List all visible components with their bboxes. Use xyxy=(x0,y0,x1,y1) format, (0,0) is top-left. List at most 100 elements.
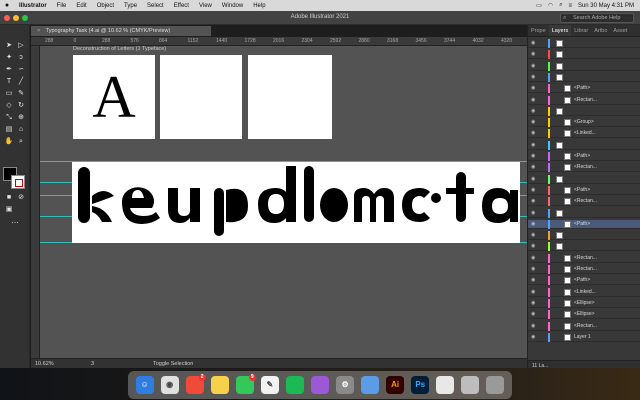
lasso-tool-icon[interactable]: ↄ xyxy=(15,53,27,63)
dock-documents-icon[interactable] xyxy=(436,376,455,394)
control-center-icon[interactable]: ≡ xyxy=(568,3,572,9)
visibility-eye-icon[interactable]: ◉ xyxy=(531,152,535,161)
menu-select[interactable]: Select xyxy=(142,3,169,9)
visibility-eye-icon[interactable]: ◉ xyxy=(531,220,535,229)
gradient-tool-icon[interactable]: ▤ xyxy=(3,125,15,135)
panel-tab-prope[interactable]: Prope xyxy=(528,25,549,36)
layer-row[interactable]: ◉ xyxy=(528,39,640,48)
visibility-eye-icon[interactable]: ◉ xyxy=(531,96,535,105)
type-tool-icon[interactable]: T xyxy=(3,77,15,87)
layer-row[interactable]: ◉ <Ellipse> xyxy=(528,310,640,320)
search-icon[interactable]: ⌕ xyxy=(559,2,562,9)
visibility-eye-icon[interactable]: ◉ xyxy=(531,209,535,218)
visibility-eye-icon[interactable]: ◉ xyxy=(531,254,535,263)
layer-row[interactable]: ◉ <Group> xyxy=(528,118,640,128)
visibility-eye-icon[interactable]: ◉ xyxy=(531,333,535,342)
menu-view[interactable]: View xyxy=(194,3,217,9)
menu-effect[interactable]: Effect xyxy=(169,3,194,9)
zoom-tool-icon[interactable]: ⌕ xyxy=(15,137,27,147)
visibility-eye-icon[interactable]: ◉ xyxy=(531,50,535,59)
layer-row[interactable]: ◉ <Rectan... xyxy=(528,321,640,331)
visibility-eye-icon[interactable]: ◉ xyxy=(531,163,535,172)
selection-tool-icon[interactable]: ➤ xyxy=(3,41,15,51)
visibility-eye-icon[interactable]: ◉ xyxy=(531,288,535,297)
layer-row[interactable]: ◉ xyxy=(528,50,640,60)
layer-row[interactable]: ◉ xyxy=(528,140,640,150)
hand-tool-icon[interactable]: ✋ xyxy=(3,137,15,147)
layer-row[interactable]: ◉ <Path> xyxy=(528,219,640,229)
paintbrush-tool-icon[interactable]: ✎ xyxy=(15,89,27,99)
magic-wand-tool-icon[interactable]: ✦ xyxy=(3,53,15,63)
wifi-icon[interactable]: ◠ xyxy=(548,2,553,9)
artboard-2[interactable] xyxy=(160,55,242,139)
stroke-color-swatch[interactable] xyxy=(11,175,25,189)
visibility-eye-icon[interactable]: ◉ xyxy=(531,197,535,206)
dock-trash-icon[interactable] xyxy=(486,376,505,394)
layer-row[interactable]: ◉ <Rectan... xyxy=(528,95,640,105)
layer-row[interactable]: ◉ <Path> xyxy=(528,152,640,161)
layer-row[interactable]: ◉ xyxy=(528,242,640,252)
panel-tab-layers[interactable]: Layers xyxy=(548,25,572,36)
pen-tool-icon[interactable]: ✒ xyxy=(3,65,15,75)
dock-downloads-icon[interactable] xyxy=(461,376,480,394)
battery-icon[interactable]: ▭ xyxy=(536,2,542,9)
visibility-eye-icon[interactable]: ◉ xyxy=(531,310,535,319)
screen-mode-icon[interactable]: ▣ xyxy=(3,205,15,215)
rectangle-tool-icon[interactable]: ▭ xyxy=(3,89,15,99)
document-tab[interactable]: × Typography Task (4.ai @ 10.62 % (CMYK/… xyxy=(31,26,211,36)
panel-tab-librar[interactable]: Librar xyxy=(571,25,591,36)
dock-photoshop-icon[interactable]: Ps xyxy=(411,376,430,394)
visibility-eye-icon[interactable]: ◉ xyxy=(531,186,535,195)
menu-help[interactable]: Help xyxy=(248,3,270,9)
layer-row[interactable]: ◉ <Path> xyxy=(528,84,640,94)
direct-selection-tool-icon[interactable]: ▷ xyxy=(15,41,27,51)
visibility-eye-icon[interactable]: ◉ xyxy=(531,129,535,138)
horizontal-ruler[interactable]: 288 0 288 576 864 1152 1440 1728 2016 2304 2592 288… xyxy=(31,37,527,46)
menubar-datetime[interactable]: Sun 30 May 4:31 PM xyxy=(578,3,634,9)
visibility-eye-icon[interactable]: ◉ xyxy=(531,118,535,127)
apple-icon[interactable]: ● xyxy=(0,2,14,9)
visibility-eye-icon[interactable]: ◉ xyxy=(531,141,535,150)
visibility-eye-icon[interactable]: ◉ xyxy=(531,175,535,184)
curvature-tool-icon[interactable]: ∽ xyxy=(15,65,27,75)
panel-tab-artbo[interactable]: Artbo xyxy=(591,25,610,36)
artboard-3[interactable] xyxy=(248,55,332,139)
layer-row[interactable]: ◉ xyxy=(528,208,640,218)
layer-row[interactable]: ◉ <Rectan... xyxy=(528,197,640,207)
artboard-glyph-a[interactable]: A xyxy=(73,55,155,139)
menu-window[interactable]: Window xyxy=(217,3,248,9)
menu-object[interactable]: Object xyxy=(92,3,119,9)
color-mode-icon[interactable]: ■ xyxy=(3,193,15,203)
more-tools-icon[interactable]: ⋯ xyxy=(9,219,21,229)
visibility-eye-icon[interactable]: ◉ xyxy=(531,299,535,308)
visibility-eye-icon[interactable]: ◉ xyxy=(531,242,535,251)
shape-builder-tool-icon[interactable]: ⊕ xyxy=(15,113,27,123)
menu-type[interactable]: Type xyxy=(119,3,142,9)
artboard-letterforms[interactable] xyxy=(72,162,520,243)
dock-messages-icon[interactable]: 9 xyxy=(235,374,256,394)
layer-row[interactable]: ◉ xyxy=(528,106,640,116)
dock-podcasts-icon[interactable] xyxy=(310,376,329,394)
layer-row[interactable]: ◉ <Linked... xyxy=(528,287,640,297)
dock-notes-icon[interactable] xyxy=(210,376,229,394)
dock-settings-icon[interactable]: ⚙ xyxy=(336,376,355,394)
close-tab-icon[interactable]: × xyxy=(37,28,40,34)
layer-row[interactable]: ◉ <Path> xyxy=(528,185,640,195)
menu-app[interactable]: Illustrator xyxy=(14,3,52,9)
dock-preview-icon[interactable] xyxy=(361,376,380,394)
visibility-eye-icon[interactable]: ◉ xyxy=(531,62,535,71)
layer-row[interactable]: ◉ <Rectan... xyxy=(528,163,640,173)
layer-row[interactable]: ◉ <Rectan... xyxy=(528,253,640,263)
dock-spotify-icon[interactable] xyxy=(285,376,304,394)
visibility-eye-icon[interactable]: ◉ xyxy=(531,276,535,285)
rotate-tool-icon[interactable]: ↻ xyxy=(15,101,27,111)
scale-tool-icon[interactable]: ⤡ xyxy=(3,113,15,123)
vertical-ruler[interactable] xyxy=(31,46,40,358)
visibility-eye-icon[interactable]: ◉ xyxy=(531,107,535,116)
visibility-eye-icon[interactable]: ◉ xyxy=(531,39,535,48)
eyedropper-tool-icon[interactable]: ⌂ xyxy=(15,125,27,135)
visibility-eye-icon[interactable]: ◉ xyxy=(531,322,535,331)
dock-chrome-icon[interactable]: ◉ xyxy=(160,376,179,394)
none-color-icon[interactable]: ⊘ xyxy=(15,193,27,203)
panel-tab-asset[interactable]: Asset xyxy=(610,25,630,36)
